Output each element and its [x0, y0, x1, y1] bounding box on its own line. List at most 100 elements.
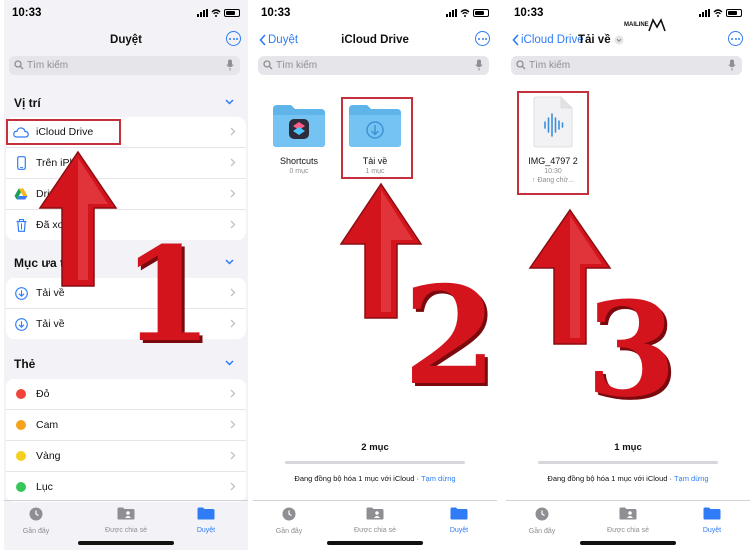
clock-icon — [29, 507, 43, 521]
chevron-right-icon — [230, 420, 236, 429]
folder-icon — [450, 507, 468, 520]
more-options-button[interactable] — [475, 31, 490, 46]
tag-label: Cam — [36, 419, 59, 431]
folder-icon — [703, 507, 721, 520]
status-time: 10:33 — [12, 7, 42, 19]
clock-icon — [535, 507, 549, 521]
trash-icon — [16, 218, 26, 232]
tag-row-red[interactable]: Đỏ — [6, 379, 246, 410]
tag-label: Vàng — [36, 450, 61, 462]
sync-status: Đang đồng bộ hóa 1 mục với iCloud · Tạm … — [547, 474, 709, 483]
sync-status: Đang đồng bộ hóa 1 mục với iCloud · Tạm … — [294, 474, 456, 483]
battery-icon — [726, 9, 742, 17]
tag-label: Lục — [36, 481, 53, 493]
item-count: 2 mục — [361, 442, 389, 453]
search-field[interactable]: Tìm kiếm — [9, 56, 240, 75]
page-title: Duyệt — [110, 34, 142, 46]
search-icon — [14, 60, 24, 70]
files-browse-screen: 10:33 Duyệt Tìm kiếm Vị trí iCloud Drive… — [4, 0, 248, 550]
highlight-box — [6, 119, 121, 145]
navigation-bar: Duyệt — [4, 30, 248, 52]
wifi-icon — [713, 9, 723, 17]
folder-icon — [197, 507, 215, 520]
signal-icon — [446, 9, 457, 17]
home-indicator — [78, 541, 174, 545]
chevron-right-icon — [230, 389, 236, 398]
tags-header[interactable]: Thẻ — [14, 357, 35, 371]
more-options-button[interactable] — [728, 31, 743, 46]
shared-folder-icon — [619, 507, 637, 520]
chevron-down-icon[interactable] — [225, 259, 234, 265]
page-title[interactable]: Tải về — [578, 34, 624, 46]
tab-shared[interactable]: Được chia sẻ — [598, 507, 658, 534]
status-time: 10:33 — [514, 7, 544, 19]
microphone-icon[interactable] — [226, 59, 234, 71]
status-bar: 10:33 — [506, 7, 750, 21]
status-time: 10:33 — [261, 7, 291, 19]
wifi-icon — [460, 9, 470, 17]
tab-browse[interactable]: Duyệt — [682, 507, 742, 534]
chevron-right-icon — [230, 482, 236, 491]
microphone-icon[interactable] — [728, 59, 736, 71]
tag-row-green[interactable]: Lục — [6, 472, 246, 502]
brand-watermark: MAILINE — [624, 22, 649, 28]
sync-progress-bar — [538, 461, 718, 464]
chevron-right-icon — [230, 189, 236, 198]
pause-sync-link[interactable]: Tạm dừng — [674, 474, 709, 483]
search-placeholder: Tìm kiếm — [27, 60, 69, 71]
tag-row-orange[interactable]: Cam — [6, 410, 246, 441]
tag-color-dot — [16, 420, 26, 430]
home-indicator — [580, 541, 676, 545]
tab-bar: Gần đây Được chia sẻ Duyệt — [506, 500, 750, 550]
navigation-bar: Duyệt iCloud Drive — [253, 30, 497, 52]
chevron-down-icon[interactable] — [225, 360, 234, 366]
shared-folder-icon — [366, 507, 384, 520]
pause-sync-link[interactable]: Tạm dừng — [421, 474, 456, 483]
item-count: 1 mục — [614, 442, 642, 453]
search-field[interactable]: Tìm kiếm — [511, 56, 742, 75]
tab-bar: Gần đây Được chia sẻ Duyệt — [253, 500, 497, 550]
download-icon — [14, 286, 28, 300]
tab-shared[interactable]: Được chia sẻ — [96, 507, 156, 534]
chevron-down-icon[interactable] — [225, 99, 234, 105]
battery-icon — [473, 9, 489, 17]
search-placeholder: Tìm kiếm — [276, 60, 318, 71]
signal-icon — [699, 9, 710, 17]
tab-browse[interactable]: Duyệt — [176, 507, 236, 534]
signal-icon — [197, 9, 208, 17]
google-drive-icon — [14, 188, 28, 200]
search-field[interactable]: Tìm kiếm — [258, 56, 489, 75]
search-icon — [516, 60, 526, 70]
tab-recent[interactable]: Gần đây — [259, 507, 319, 535]
tab-shared[interactable]: Được chia sẻ — [345, 507, 405, 534]
wifi-icon — [211, 9, 221, 17]
back-button[interactable]: iCloud Drive — [512, 34, 584, 46]
locations-header[interactable]: Vị trí — [14, 96, 41, 110]
microphone-icon[interactable] — [475, 59, 483, 71]
tab-recent[interactable]: Gần đây — [6, 507, 66, 535]
tab-recent[interactable]: Gần đây — [512, 507, 572, 535]
chevron-down-circle-icon — [614, 35, 624, 45]
tab-browse[interactable]: Duyệt — [429, 507, 489, 534]
highlight-box — [517, 91, 589, 195]
icloud-drive-screen: 10:33 Duyệt iCloud Drive Tìm kiếm Shortc… — [253, 0, 497, 550]
step-number-1: 1 — [122, 218, 213, 371]
search-placeholder: Tìm kiếm — [529, 60, 571, 71]
download-icon — [14, 317, 28, 331]
chevron-right-icon — [230, 220, 236, 229]
tag-row-yellow[interactable]: Vàng — [6, 441, 246, 472]
tags-list: Đỏ Cam Vàng Lục — [6, 379, 246, 502]
clock-icon — [282, 507, 296, 521]
shortcuts-folder-icon — [273, 105, 325, 147]
chevron-right-icon — [230, 158, 236, 167]
folder-shortcuts[interactable]: Shortcuts 0 mục — [269, 104, 329, 175]
step-number-2: 2 — [403, 256, 497, 415]
downloads-folder-screen: 10:33 MAILINE iCloud Drive Tải về Tìm ki… — [506, 0, 750, 550]
step-number-3: 3 — [586, 273, 677, 426]
search-icon — [263, 60, 273, 70]
tab-bar: Gần đây Được chia sẻ Duyệt — [4, 500, 248, 550]
more-options-button[interactable] — [226, 31, 241, 46]
chevron-right-icon — [230, 288, 236, 297]
home-indicator — [327, 541, 423, 545]
highlight-box — [341, 97, 413, 179]
